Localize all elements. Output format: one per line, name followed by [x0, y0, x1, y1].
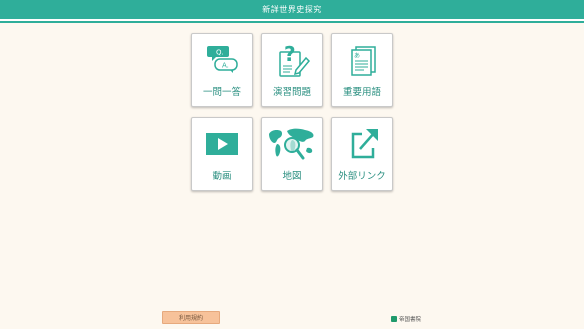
tile-juyo-yogo[interactable]: あ 重要用語: [331, 33, 393, 107]
tile-label: 地図: [282, 171, 302, 182]
tile-label: 外部リンク: [338, 171, 386, 182]
tile-label: 一問一答: [202, 87, 241, 98]
app-title: 新詳世界史探究: [262, 5, 322, 14]
publisher-mark-icon: [391, 316, 397, 322]
video-play-icon: [192, 124, 252, 162]
svg-text:A.: A.: [222, 62, 229, 70]
stacked-pages-icon: あ: [332, 40, 392, 78]
publisher-logo: 帝国書院: [391, 315, 421, 323]
svg-text:?: ?: [284, 42, 296, 66]
terms-of-use-button[interactable]: 利用規約: [162, 311, 220, 324]
question-notepad-pencil-icon: ?: [262, 40, 322, 78]
tile-enshu-mondai[interactable]: ? 演習問題: [261, 33, 323, 107]
svg-text:あ: あ: [354, 53, 360, 60]
world-map-magnifier-icon: [262, 124, 322, 162]
svg-text:Q.: Q.: [216, 49, 224, 57]
publisher-name: 帝国書院: [399, 317, 422, 323]
tile-label: 動画: [212, 171, 232, 182]
external-link-arrow-icon: [332, 124, 392, 162]
tile-label: 重要用語: [342, 87, 381, 98]
tile-gaibu-link[interactable]: 外部リンク: [331, 117, 393, 191]
tile-douga[interactable]: 動画: [191, 117, 253, 191]
app-header: 新詳世界史探究: [0, 0, 584, 21]
tile-label: 演習問題: [272, 87, 311, 98]
tile-ichimon-itto[interactable]: Q. A. 一問一答: [191, 33, 253, 107]
qa-bubbles-icon: Q. A.: [192, 40, 252, 78]
tile-chizu[interactable]: 地図: [261, 117, 323, 191]
